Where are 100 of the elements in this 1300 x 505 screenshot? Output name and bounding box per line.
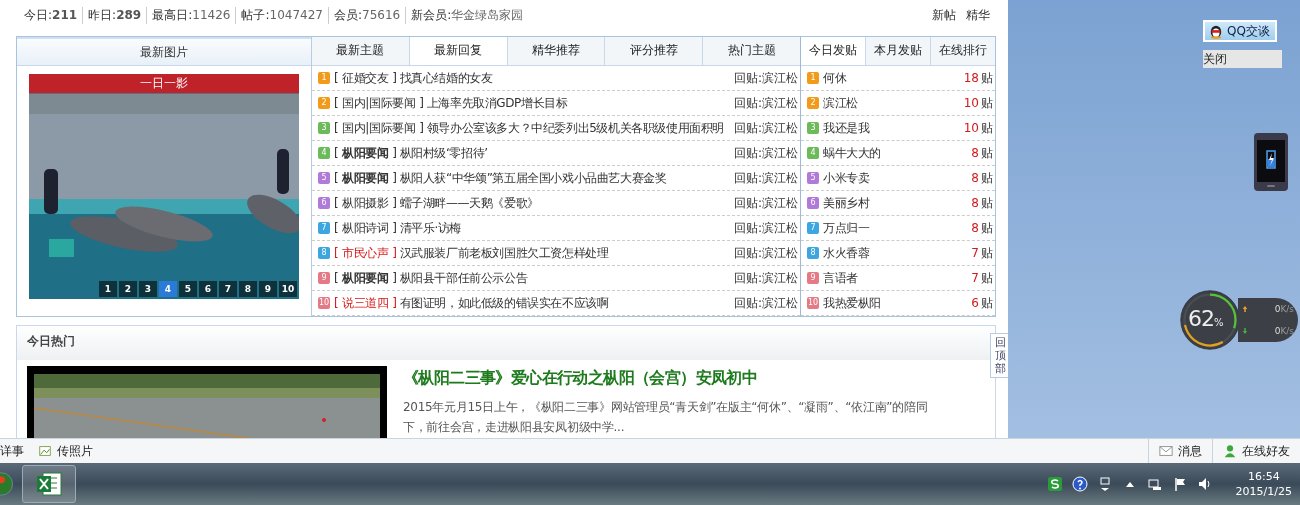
page-number[interactable]: 5 <box>179 281 197 297</box>
transfer-rate: 0K/s <box>1274 326 1294 336</box>
page-number[interactable]: 3 <box>139 281 157 297</box>
category-link[interactable]: [ 枞阳要闻 ] <box>334 269 397 287</box>
down-arrow-icon <box>1242 327 1248 335</box>
page-number[interactable]: 2 <box>119 281 137 297</box>
spreadsheet-icon <box>35 470 63 498</box>
status-bar-button[interactable]: 传照片 <box>38 442 93 460</box>
count-unit: 贴 <box>981 194 993 212</box>
category-link[interactable]: [ 说三道四 ] <box>334 294 397 312</box>
page-number[interactable]: 6 <box>199 281 217 297</box>
reply-author: 回贴:滨江松 <box>733 169 798 187</box>
post-count: 7 <box>971 271 979 285</box>
user-link[interactable]: 言语者 <box>823 269 972 287</box>
category-link[interactable]: [ 枞阳要闻 ] <box>334 169 397 187</box>
thread-link[interactable]: 枞阳村级‘零招待’ <box>399 144 734 162</box>
network-icon[interactable] <box>1146 476 1163 492</box>
rank-badge: 8 <box>318 247 330 259</box>
user-link[interactable]: 水火香蓉 <box>823 244 972 262</box>
page-number[interactable]: 1 <box>99 281 117 297</box>
tab[interactable]: 今日发贴 <box>801 37 865 65</box>
user-link[interactable]: 万点归一 <box>823 219 972 237</box>
user-link[interactable]: 何休 <box>823 69 964 87</box>
page-number[interactable]: 4 <box>159 281 177 297</box>
rank-badge: 9 <box>318 272 330 284</box>
speaker-icon[interactable] <box>1196 476 1213 492</box>
post-count: 8 <box>971 146 979 160</box>
tab[interactable]: 最新回复 <box>408 37 507 65</box>
article-link[interactable]: 《枞阳二三事》爱心在行动之枞阳（会宫）安凤初中 <box>403 368 931 389</box>
rank-badge: 1 <box>807 72 819 84</box>
tab[interactable]: 精华推荐 <box>506 37 605 65</box>
user-link[interactable]: 滨江松 <box>823 94 964 112</box>
category-link[interactable]: [ 枞阳诗词 ] <box>334 219 397 237</box>
rank-badge: 4 <box>318 147 330 159</box>
category-link[interactable]: [ 征婚交友 ] <box>334 69 397 87</box>
nav-link[interactable]: 新帖 <box>932 6 956 24</box>
page-number[interactable]: 9 <box>259 281 277 297</box>
rank-badge: 5 <box>318 172 330 184</box>
clock[interactable]: 16:54 2015/1/25 <box>1235 469 1292 499</box>
user-link[interactable]: 蜗牛大大的 <box>823 144 972 162</box>
post-count: 6 <box>971 296 979 310</box>
thread-link[interactable]: 枞阳人获“中华颂”第五届全国小戏小品曲艺大赛金奖 <box>399 169 734 187</box>
back-to-top-button[interactable]: 回顶部 <box>990 333 1008 378</box>
tab[interactable]: 评分推荐 <box>604 37 703 65</box>
close-button[interactable]: 关闭 <box>1203 50 1282 68</box>
user-link[interactable]: 我还是我 <box>823 119 964 137</box>
thread-link[interactable]: 枞阳县干部任前公示公告 <box>399 269 734 287</box>
taskbar-app-button[interactable] <box>22 465 76 503</box>
rank-badge: 2 <box>807 97 819 109</box>
category-link[interactable]: [ 国内|国际要闻 ] <box>334 119 424 137</box>
page-number[interactable]: 10 <box>279 281 297 297</box>
thread-link[interactable]: 领导办公室该多大？中纪委列出5级机关各职级使用面积明 <box>426 119 734 137</box>
thread-link[interactable]: 找真心结婚的女友 <box>399 69 734 87</box>
user-link[interactable]: 小米专卖 <box>823 169 972 187</box>
rank-badge: 8 <box>807 247 819 259</box>
post-count: 8 <box>971 221 979 235</box>
reply-author: 回贴:滨江松 <box>733 294 798 312</box>
rank-badge: 5 <box>807 172 819 184</box>
app-icon[interactable] <box>1046 476 1063 492</box>
reply-author: 回贴:滨江松 <box>733 194 798 212</box>
page-number[interactable]: 7 <box>219 281 237 297</box>
help-icon[interactable] <box>1071 476 1088 492</box>
nav-link[interactable]: 精华 <box>966 6 990 24</box>
post-count: 7 <box>971 246 979 260</box>
post-count: 18 <box>963 71 979 85</box>
thread-link[interactable]: 蠕子湖畔——天鹅《爱歌》 <box>399 194 734 212</box>
thread-link[interactable]: 有图证明，如此低级的错误实在不应该啊 <box>399 294 734 312</box>
tab[interactable]: 在线排行 <box>930 37 995 65</box>
count-unit: 贴 <box>981 119 993 137</box>
up-arrow-icon <box>1242 305 1248 313</box>
thread-link[interactable]: 上海率先取消GDP增长目标 <box>426 94 734 112</box>
count-unit: 贴 <box>981 244 993 262</box>
category-link[interactable]: [ 枞阳要闻 ] <box>334 144 397 162</box>
tab[interactable]: 热门主题 <box>702 37 800 65</box>
stat-text: 最高日:11426 <box>146 6 236 24</box>
tab[interactable]: 本月发贴 <box>865 37 930 65</box>
rank-badge: 1 <box>318 72 330 84</box>
status-bar-button[interactable]: 详事 <box>0 442 24 460</box>
rank-badge: 4 <box>807 147 819 159</box>
slide-caption: 一日一影 <box>29 74 299 93</box>
thread-link[interactable]: 清平乐·访梅 <box>399 219 734 237</box>
user-link[interactable]: 美丽乡村 <box>823 194 972 212</box>
category-link[interactable]: [ 市民心声 ] <box>334 244 397 262</box>
rank-badge: 7 <box>318 222 330 234</box>
category-link[interactable]: [ 国内|国际要闻 ] <box>334 94 424 112</box>
reply-author: 回贴:滨江松 <box>733 219 798 237</box>
thread-link[interactable]: 汉武服装厂前老板刘国胜欠工资怎样处理 <box>399 244 734 262</box>
stat-text: 今日:211 <box>24 6 79 24</box>
chat-button[interactable]: QQ交谈 <box>1203 20 1277 42</box>
rank-badge: 3 <box>807 122 819 134</box>
user-link[interactable]: 我热爱枞阳 <box>823 294 972 312</box>
rank-badge: 10 <box>318 297 330 309</box>
stat-text: 帖子:1047427 <box>235 6 328 24</box>
category-link[interactable]: [ 枞阳摄影 ] <box>334 194 397 212</box>
page-number[interactable]: 8 <box>239 281 257 297</box>
phone-icon[interactable] <box>1253 132 1289 192</box>
rank-badge: 7 <box>807 222 819 234</box>
person-icon <box>1223 444 1237 458</box>
article-summary: 2015年元月15日上午，《枞阳二三事》网站管理员“青天剑”在版主“何休”、“凝雨”、“依江南”的陪同下，前往会宫，走进枞阳县安凤初级中学... <box>403 399 929 436</box>
tab[interactable]: 最新主题 <box>312 37 409 65</box>
